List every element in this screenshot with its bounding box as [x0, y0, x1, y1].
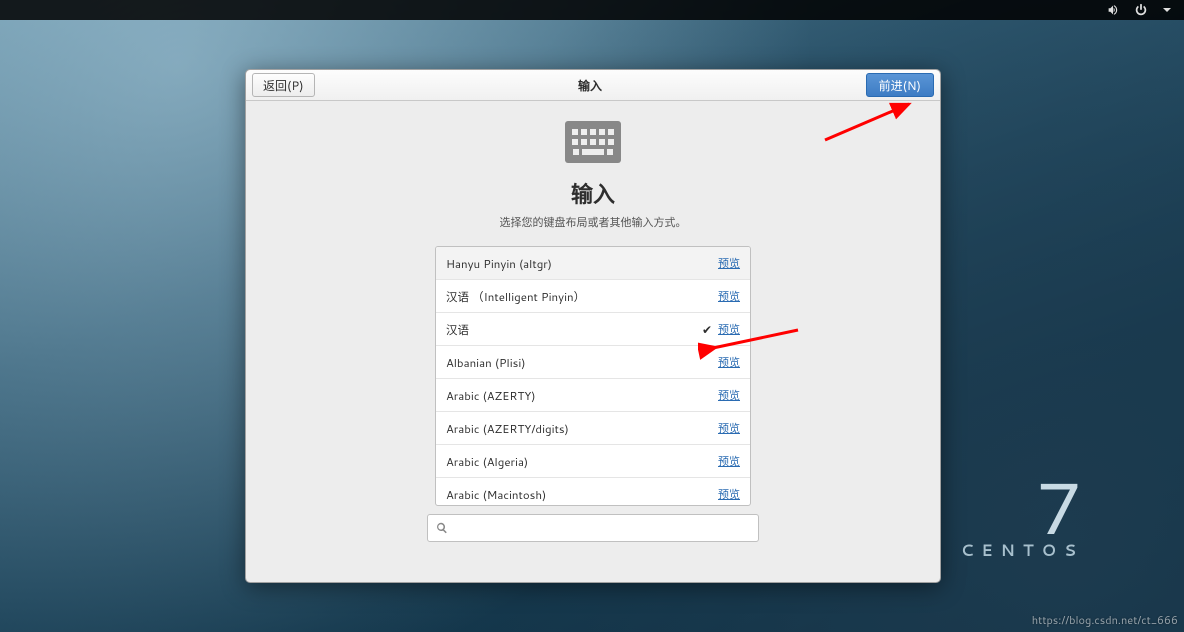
- list-scroll[interactable]: Hanyu Pinyin (altgr) 预览 汉语 （Intelligent …: [436, 247, 750, 505]
- power-icon[interactable]: [1134, 3, 1148, 17]
- list-item[interactable]: Arabic (AZERTY) 预览: [436, 379, 750, 412]
- list-item[interactable]: 汉语 ✔ 预览: [436, 313, 750, 346]
- preview-link[interactable]: 预览: [718, 354, 740, 370]
- list-item[interactable]: Albanian (Plisi) 预览: [436, 346, 750, 379]
- watermark: https://blog.csdn.net/ct_666: [1032, 612, 1178, 628]
- menu-arrow-icon[interactable]: [1162, 5, 1172, 15]
- back-button[interactable]: 返回(P): [252, 73, 315, 97]
- search-icon: [436, 522, 448, 534]
- list-item-label: Albanian (Plisi): [446, 354, 525, 371]
- list-item-label: 汉语: [446, 321, 469, 338]
- top-panel: [0, 0, 1184, 20]
- list-item[interactable]: Arabic (Macintosh) 预览: [436, 478, 750, 505]
- preview-link[interactable]: 预览: [718, 387, 740, 403]
- search-box[interactable]: [427, 514, 759, 542]
- dialog-title: 输入: [315, 77, 866, 94]
- preview-link[interactable]: 预览: [718, 288, 740, 304]
- input-method-list: Hanyu Pinyin (altgr) 预览 汉语 （Intelligent …: [435, 246, 751, 506]
- list-item-label: 汉语 （Intelligent Pinyin）: [446, 288, 585, 305]
- next-button[interactable]: 前进(N): [866, 73, 934, 97]
- list-item[interactable]: Arabic (AZERTY/digits) 预览: [436, 412, 750, 445]
- list-item-label: Arabic (AZERTY): [446, 387, 536, 404]
- centos-name: CENTOS: [961, 539, 1084, 562]
- preview-link[interactable]: 预览: [718, 453, 740, 469]
- preview-link[interactable]: 预览: [718, 420, 740, 436]
- check-icon: ✔: [702, 321, 712, 338]
- desktop-wallpaper: 返回(P) 输入 前进(N) 输入 选择您的键盘布局或者其他输入方式。 Hany…: [0, 0, 1184, 632]
- dialog-content: 输入 选择您的键盘布局或者其他输入方式。 Hanyu Pinyin (altgr…: [246, 101, 940, 582]
- list-item[interactable]: 汉语 （Intelligent Pinyin） 预览: [436, 280, 750, 313]
- preview-link[interactable]: 预览: [718, 255, 740, 271]
- search-input[interactable]: [454, 520, 750, 536]
- initial-setup-dialog: 返回(P) 输入 前进(N) 输入 选择您的键盘布局或者其他输入方式。 Hany…: [245, 69, 941, 583]
- keyboard-icon: [565, 121, 621, 163]
- list-item[interactable]: Hanyu Pinyin (altgr) 预览: [436, 247, 750, 280]
- centos-version-number: 7: [961, 471, 1084, 543]
- centos-brand: 7 CENTOS: [961, 471, 1084, 562]
- list-item-label: Arabic (AZERTY/digits): [446, 420, 569, 437]
- list-item-label: Arabic (Macintosh): [446, 486, 546, 503]
- page-subtitle: 选择您的键盘布局或者其他输入方式。: [500, 214, 687, 230]
- page-title: 输入: [571, 177, 615, 210]
- preview-link[interactable]: 预览: [718, 486, 740, 502]
- list-item[interactable]: Arabic (Algeria) 预览: [436, 445, 750, 478]
- list-item-label: Arabic (Algeria): [446, 453, 528, 470]
- sound-icon[interactable]: [1106, 3, 1120, 17]
- list-item-label: Hanyu Pinyin (altgr): [446, 255, 552, 272]
- preview-link[interactable]: 预览: [718, 321, 740, 337]
- dialog-titlebar: 返回(P) 输入 前进(N): [246, 70, 940, 101]
